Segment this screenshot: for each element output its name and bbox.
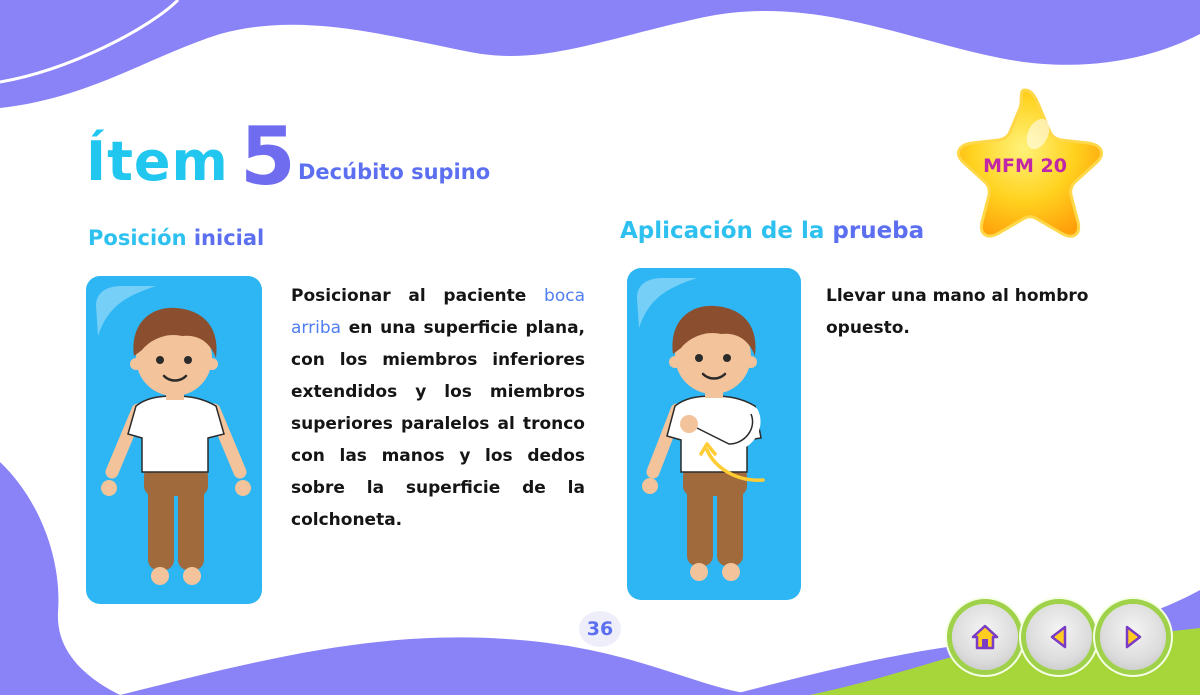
item-number: 5: [240, 110, 296, 203]
home-button[interactable]: [952, 604, 1018, 670]
test-application-illustration: [627, 268, 801, 600]
previous-button[interactable]: [1026, 604, 1092, 670]
section-title-test-application: Aplicación de la prueba: [620, 218, 925, 244]
triangle-right-icon: [1125, 625, 1142, 649]
section-title-initial-position: Posición inicial: [88, 226, 265, 250]
test-application-description: Llevar una mano al hombro opuesto.: [826, 286, 1089, 338]
next-button[interactable]: [1100, 604, 1166, 670]
initial-position-description: Posicionar al paciente boca arriba en un…: [291, 286, 586, 530]
triangle-left-icon: [1050, 625, 1067, 649]
initial-position-illustration: [86, 276, 262, 604]
position-name: Decúbito supino: [298, 160, 491, 184]
home-icon: [971, 624, 999, 650]
page-number: 36: [579, 611, 621, 647]
mfm-badge-label: MFM 20: [983, 155, 1067, 177]
item-word: Ítem: [86, 130, 229, 193]
